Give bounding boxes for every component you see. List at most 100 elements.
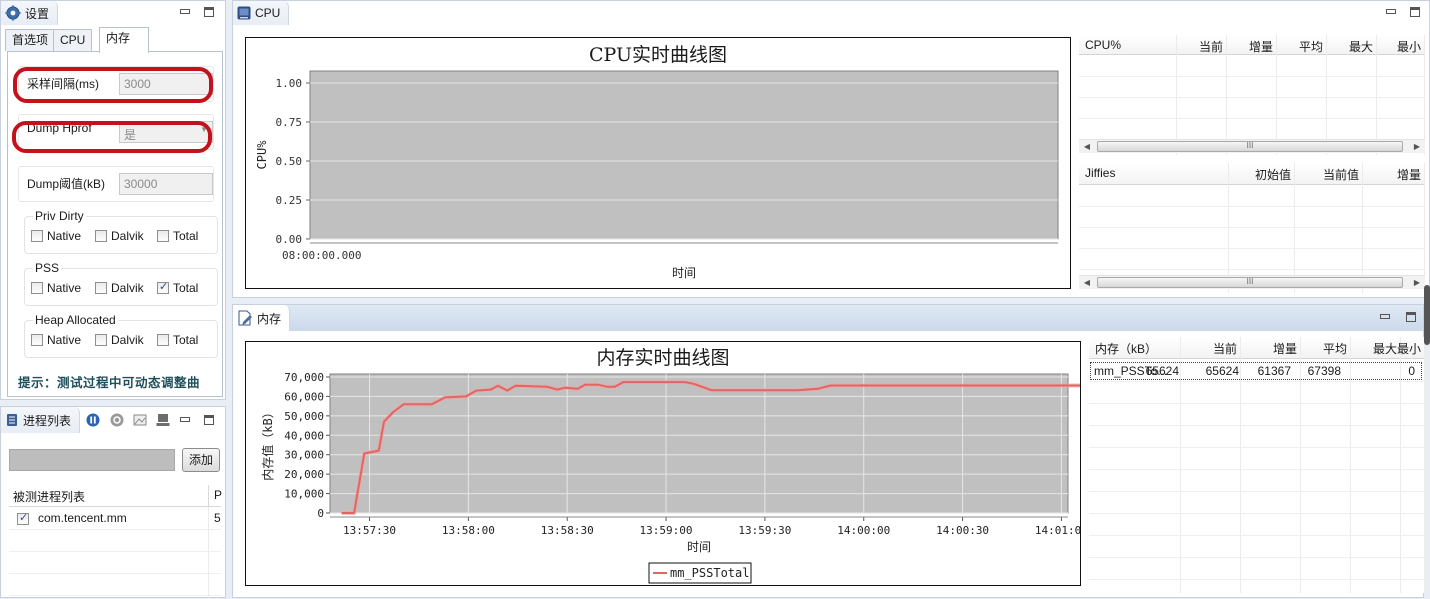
x-tick-label: 08:00:00.000: [282, 249, 361, 262]
memory-table-column-header[interactable]: 内存（kB）: [1095, 340, 1157, 357]
cpu-view-tab[interactable]: CPU: [233, 1, 289, 25]
tab-preferences[interactable]: 首选项: [5, 29, 55, 51]
y-axis-label: CPU%: [255, 140, 269, 170]
y-tick-label: 50,000: [284, 410, 324, 423]
process-checkbox[interactable]: [17, 513, 29, 525]
memory-table-column-header[interactable]: 增量: [1273, 340, 1297, 357]
refresh-icon[interactable]: [110, 413, 124, 427]
cpu-table-column-header[interactable]: CPU%: [1085, 38, 1121, 52]
settings-view-tab[interactable]: 设置: [1, 1, 58, 25]
heap-total-checkbox[interactable]: Total: [157, 333, 198, 347]
column-divider[interactable]: [208, 485, 209, 507]
maximize-button[interactable]: [203, 6, 215, 18]
legend-label: mm_PSSTotal: [670, 566, 749, 580]
priv-dirty-dalvik-checkbox[interactable]: Dalvik: [95, 229, 144, 243]
checkbox-box: [95, 282, 107, 294]
scrollbar-thumb[interactable]: [1097, 141, 1403, 152]
row-divider: [1089, 513, 1425, 514]
jiffies-table-column-header[interactable]: Jiffies: [1085, 166, 1115, 180]
memory-table-column-header[interactable]: 最大: [1373, 340, 1397, 357]
row-divider: [1079, 248, 1425, 249]
cpu-table-column-header[interactable]: 增量: [1249, 38, 1273, 55]
tab-cpu[interactable]: CPU: [53, 29, 92, 51]
maximize-button[interactable]: [1409, 6, 1421, 18]
cpu-table-column-header[interactable]: 最小: [1397, 38, 1421, 55]
scroll-right-arrow[interactable]: ▶: [1411, 277, 1423, 289]
checkbox-label: Dalvik: [111, 333, 144, 347]
heap-allocated-group: Heap Allocated Native Dalvik Total: [24, 320, 218, 358]
minimize-button[interactable]: [179, 6, 191, 18]
cpu-table-column-header[interactable]: 平均: [1299, 38, 1323, 55]
checkbox-label: Total: [173, 281, 198, 295]
cpu-percent-table: CPU% 当前 增量 平均 最大 最小 ◀ ▶: [1079, 35, 1425, 155]
tab-preferences-label: 首选项: [12, 33, 48, 47]
memory-table-column-header[interactable]: 平均: [1323, 340, 1347, 357]
heap-dalvik-checkbox[interactable]: Dalvik: [95, 333, 144, 347]
empty-row: [9, 574, 221, 596]
cell-delta: 65624: [1206, 364, 1239, 378]
dump-threshold-input[interactable]: [119, 173, 213, 195]
device-icon[interactable]: [156, 413, 170, 427]
row-divider: [1089, 403, 1425, 404]
checkbox-label: Native: [47, 229, 81, 243]
jiffies-table-column-header[interactable]: 当前值: [1323, 166, 1359, 183]
memory-table-row[interactable]: mm_PSSTo... 65624 65624 61367 67398 0: [1090, 362, 1422, 380]
image-icon[interactable]: [133, 413, 147, 427]
cell-max: 67398: [1308, 364, 1341, 378]
pss-dalvik-checkbox[interactable]: Dalvik: [95, 281, 144, 295]
horizontal-scrollbar[interactable]: ◀ ▶: [1079, 139, 1425, 153]
row-divider: [1089, 579, 1425, 580]
vertical-scrollbar-thumb[interactable]: [1424, 285, 1430, 345]
checkbox-label: Dalvik: [111, 281, 144, 295]
scrollbar-thumb[interactable]: [1097, 277, 1403, 288]
memory-table: 内存（kB） 当前 增量 平均 最大最小 mm_PSSTo... 65624 65624…: [1089, 337, 1425, 593]
row-divider: [1079, 76, 1425, 77]
process-name-input[interactable]: [9, 449, 175, 471]
dump-hprof-select[interactable]: 是 ▼: [119, 121, 213, 143]
pause-icon[interactable]: [86, 413, 100, 427]
process-view-tab[interactable]: 进程列表: [1, 407, 80, 433]
checkbox-label: Dalvik: [111, 229, 144, 243]
minimize-button[interactable]: [1385, 6, 1397, 18]
memory-view-title: 内存: [257, 310, 281, 327]
column-divider: [208, 507, 209, 599]
cpu-table-column-header[interactable]: 最大: [1349, 38, 1373, 55]
pss-total-checkbox[interactable]: Total: [157, 281, 198, 295]
pss-native-checkbox[interactable]: Native: [31, 281, 81, 295]
priv-dirty-total-checkbox[interactable]: Total: [157, 229, 198, 243]
column-header-process[interactable]: 被测进程列表: [13, 488, 85, 505]
y-tick-label: 0: [317, 507, 324, 520]
minimize-button[interactable]: [1379, 311, 1391, 323]
memory-table-column-header[interactable]: 当前: [1213, 340, 1237, 357]
memory-view-header: 内存: [233, 305, 1423, 331]
column-header-p[interactable]: P: [214, 488, 222, 502]
minimize-button[interactable]: [179, 414, 191, 426]
sample-interval-input[interactable]: [119, 73, 213, 95]
maximize-button[interactable]: [1405, 311, 1417, 323]
maximize-button[interactable]: [203, 414, 215, 426]
cpu-table-column-header[interactable]: 当前: [1199, 38, 1223, 55]
process-list-header: 被测进程列表 P: [9, 485, 221, 507]
process-row[interactable]: com.tencent.mm 5: [9, 508, 221, 530]
memory-chart: 内存实时曲线图 010,00020,00030,00040,00050,0006…: [245, 341, 1081, 586]
y-tick-label: 0.00: [276, 233, 303, 246]
priv-dirty-native-checkbox[interactable]: Native: [31, 229, 81, 243]
row-divider: [1089, 491, 1425, 492]
heap-native-checkbox[interactable]: Native: [31, 333, 81, 347]
x-tick-label: 14:01:00: [1035, 524, 1080, 537]
settings-view-header: 设置: [1, 1, 225, 25]
memory-table-column-header[interactable]: 最小: [1397, 340, 1421, 357]
tab-memory[interactable]: 内存: [99, 27, 149, 53]
cell-current: 65624: [1146, 364, 1179, 378]
jiffies-table-column-header[interactable]: 初始值: [1255, 166, 1291, 183]
scroll-left-arrow[interactable]: ◀: [1081, 141, 1093, 153]
memory-view-tab[interactable]: 内存: [233, 305, 290, 331]
scroll-left-arrow[interactable]: ◀: [1081, 277, 1093, 289]
add-process-button[interactable]: 添加: [182, 448, 220, 472]
horizontal-scrollbar[interactable]: ◀ ▶: [1079, 275, 1425, 289]
tab-memory-label: 内存: [106, 31, 130, 45]
plot-area: [330, 374, 1068, 513]
jiffies-table-column-header[interactable]: 增量: [1397, 166, 1421, 183]
sample-interval-label: 采样间隔(ms): [27, 75, 99, 92]
scroll-right-arrow[interactable]: ▶: [1411, 141, 1423, 153]
